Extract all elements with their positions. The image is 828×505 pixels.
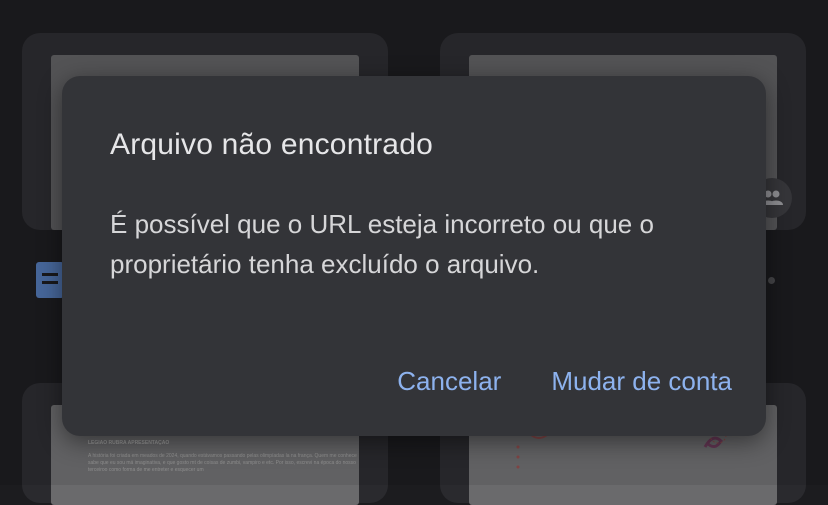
file-not-found-dialog: Arquivo não encontrado É possível que o … — [62, 76, 766, 436]
dialog-message: É possível que o URL esteja incorreto ou… — [110, 209, 654, 279]
dialog-title: Arquivo não encontrado — [110, 128, 433, 161]
dialog-actions: Cancelar Mudar de conta — [397, 366, 732, 397]
cancel-button[interactable]: Cancelar — [397, 366, 501, 397]
switch-account-button[interactable]: Mudar de conta — [551, 366, 732, 397]
